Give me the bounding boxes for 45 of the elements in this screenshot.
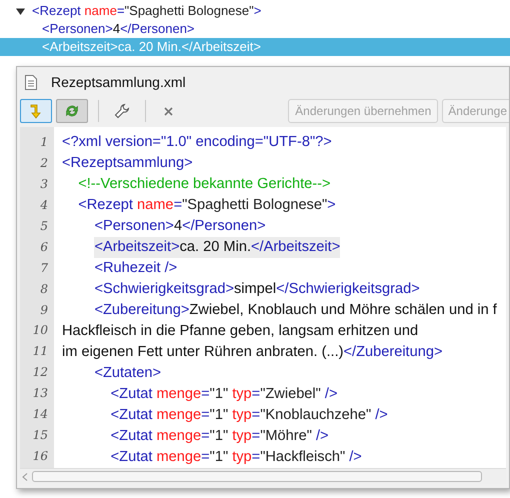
close-icon [164, 106, 172, 116]
line-number: 6 [40, 238, 48, 256]
code-line: <Ruhezeit /> [94, 258, 178, 278]
code-line: <!--Verschiedene bekannte Gerichte--> [78, 174, 331, 194]
tree-row[interactable]: <Arbeitszeit>ca. 20 Min.</Arbeitszeit> [0, 38, 510, 56]
code-line: <Zutat menge="1" typ="Knoblauchzehe" /> [110, 406, 388, 425]
line-number: 7 [40, 260, 48, 277]
code-line: <Zutat menge="1" typ="Zwiebel" /> [110, 384, 338, 404]
code-line: <Rezeptsammlung> [62, 154, 193, 173]
line-number: 10 [32, 322, 48, 340]
line-number: 8 [40, 280, 48, 298]
window-title: Rezeptsammlung.xml [51, 72, 186, 92]
code-line: <Rezept name="Spaghetti Bolognese"> [78, 196, 336, 215]
code-line: <Personen>4</Personen> [94, 216, 266, 236]
code-line: Hackfleisch in die Pfanne geben, langsam erhitzen und [62, 322, 418, 341]
line-number: 13 [32, 385, 48, 402]
bent-arrow-icon [29, 103, 43, 119]
toolbar-toggle[interactable] [20, 99, 52, 123]
line-number: 11 [32, 343, 48, 360]
wrench-icon [114, 103, 130, 119]
line-number: 16 [32, 448, 48, 466]
line-number: 15 [32, 427, 48, 444]
code-line: <Zutaten> [94, 364, 161, 383]
toolbar-toggle[interactable] [56, 99, 88, 123]
code-line: <Zubereitung>Zwiebel, Knoblauch und Möhre schälen und in f [94, 300, 497, 320]
line-number: 4 [40, 196, 48, 214]
code-line: <?xml version="1.0" encoding="UTF-8"?> [62, 132, 332, 152]
line-number: 5 [40, 218, 48, 235]
document-icon [25, 74, 37, 90]
line-number: 14 [32, 406, 48, 424]
expand-triangle-icon[interactable] [16, 6, 25, 16]
line-number: 1 [40, 134, 48, 151]
line-number: 3 [40, 176, 48, 193]
line-number: 12 [32, 364, 48, 382]
line-number: 9 [40, 302, 48, 318]
line-number: 2 [40, 154, 48, 172]
code-line: <Zutat menge="1" typ="Möhre" /> [110, 426, 329, 446]
scroll-left-icon[interactable] [22, 472, 28, 480]
tree-row[interactable]: <Personen>4</Personen> [0, 20, 510, 38]
code-line: im eigenen Fett unter Rühren anbraten. (...)</Zubereitung> [62, 342, 442, 362]
horizontal-scrollbar-thumb[interactable] [32, 471, 482, 482]
refresh-arrows-icon [64, 103, 80, 119]
code-line: <Zutat menge="1" typ="Hackfleisch" /> [110, 448, 362, 467]
tree-row[interactable]: <Rezept name="Spaghetti Bolognese"> [16, 2, 510, 20]
code-line: <Schwierigkeitsgrad>simpel</Schwierigkeitsgrad> [94, 280, 420, 299]
